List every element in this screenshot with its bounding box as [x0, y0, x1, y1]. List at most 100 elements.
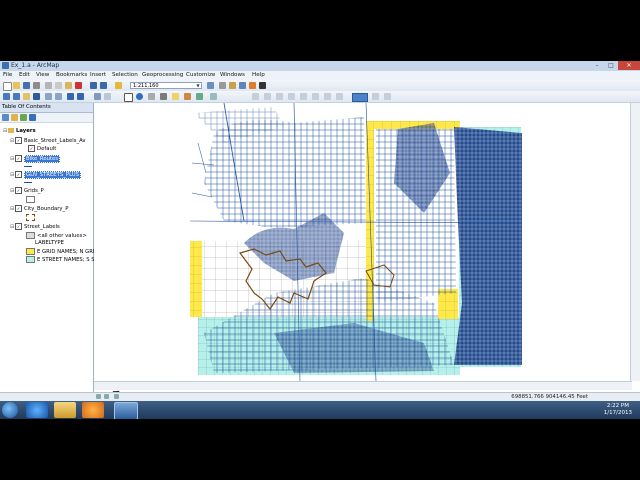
group-tool-icon[interactable]: [288, 93, 295, 100]
print-icon[interactable]: [33, 82, 40, 89]
zoom-in-icon[interactable]: [3, 93, 10, 100]
menu-geoprocessing[interactable]: Geoprocessing: [142, 72, 183, 78]
zoom-out-icon[interactable]: [13, 93, 20, 100]
pan-icon[interactable]: [23, 93, 30, 100]
maximize-button[interactable]: □: [604, 61, 618, 70]
collapse-icon[interactable]: ⊟: [10, 206, 14, 212]
cut-icon[interactable]: [45, 82, 52, 89]
fixed-zoom-in-icon[interactable]: [45, 93, 52, 100]
layer-row-basic-street-labels[interactable]: ⊟ ✓ Basic_Street_Labels_Av: [10, 137, 86, 144]
save-icon[interactable]: [23, 82, 30, 89]
collapse-icon[interactable]: ⊟: [10, 172, 14, 178]
create-viewer-icon[interactable]: [210, 93, 217, 100]
layer-visibility-checkbox[interactable]: ✓: [15, 223, 22, 230]
delete-icon[interactable]: [75, 82, 82, 89]
line-color-icon[interactable]: [384, 93, 391, 100]
align-tool-icon[interactable]: [300, 93, 307, 100]
arctoolbox-icon[interactable]: [249, 82, 256, 89]
back-extent-icon[interactable]: [67, 93, 74, 100]
layer-visibility-checkbox[interactable]: ✓: [15, 155, 22, 162]
add-data-icon[interactable]: [115, 82, 122, 89]
hyperlink-icon[interactable]: [172, 93, 179, 100]
map-scale-input[interactable]: 1:211,160 ▼: [130, 82, 202, 89]
layer-row-grids[interactable]: ⊟ ✓ Grids_P: [10, 187, 44, 194]
fill-color-dropdown[interactable]: [352, 93, 368, 102]
full-extent-icon[interactable]: [33, 93, 40, 100]
layer-row-city-boundary[interactable]: ⊟ ✓ City_Boundary_P: [10, 205, 68, 212]
catalog-window-icon[interactable]: [229, 82, 236, 89]
order-tool-icon[interactable]: [324, 93, 331, 100]
select-features-icon[interactable]: [94, 93, 101, 100]
layers-group[interactable]: ⊟ Layers: [3, 128, 36, 134]
refresh-icon[interactable]: [114, 394, 119, 399]
map-vertical-scrollbar[interactable]: [630, 103, 640, 381]
menu-help[interactable]: Help: [252, 72, 265, 78]
html-popup-icon[interactable]: [184, 93, 191, 100]
layer-row-gln-streets-plus[interactable]: ⊟ ✓ GLN_STREETS_PLUS: [10, 171, 82, 179]
rotate-tool-icon[interactable]: [276, 93, 283, 100]
map-canvas: [94, 103, 630, 381]
polygon-symbol-icon: [26, 232, 35, 239]
editor-toolbar-icon[interactable]: [207, 82, 214, 89]
explorer-icon[interactable]: [54, 402, 76, 418]
measure-icon[interactable]: [160, 93, 167, 100]
distribute-tool-icon[interactable]: [312, 93, 319, 100]
find-icon[interactable]: [148, 93, 155, 100]
new-map-icon[interactable]: [3, 82, 12, 91]
list-by-visibility-icon[interactable]: [20, 114, 27, 121]
collapse-icon[interactable]: ⊟: [10, 224, 14, 230]
windows-start-icon[interactable]: [2, 402, 18, 418]
layer-row-street-labels[interactable]: ⊟ ✓ Street_Labels: [10, 223, 60, 230]
font-color-icon[interactable]: [372, 93, 379, 100]
python-window-icon[interactable]: [259, 82, 266, 89]
open-icon[interactable]: [13, 82, 20, 89]
nudge-tool-icon[interactable]: [336, 93, 343, 100]
menu-insert[interactable]: Insert: [90, 72, 106, 78]
toc-window-icon[interactable]: [219, 82, 226, 89]
menu-customize[interactable]: Customize: [186, 72, 215, 78]
collapse-icon[interactable]: ⊟: [3, 128, 7, 134]
arcmap-icon[interactable]: [114, 402, 138, 419]
menu-selection[interactable]: Selection: [112, 72, 138, 78]
list-by-selection-icon[interactable]: [29, 114, 36, 121]
layer-visibility-checkbox[interactable]: ✓: [15, 187, 22, 194]
list-by-drawing-order-icon[interactable]: [2, 114, 9, 121]
text-tool-icon[interactable]: [264, 93, 271, 100]
layer-row-bike-routes[interactable]: ⊟ ✓ Bike_Routes: [10, 155, 61, 163]
layer-visibility-checkbox[interactable]: ✓: [15, 171, 22, 178]
layout-view-icon[interactable]: [96, 394, 101, 399]
clear-selection-icon[interactable]: [104, 93, 111, 100]
ie-icon[interactable]: [26, 402, 48, 418]
chevron-down-icon[interactable]: ▼: [195, 83, 201, 89]
collapse-icon[interactable]: ⊟: [10, 188, 14, 194]
menu-bookmarks[interactable]: Bookmarks: [56, 72, 87, 78]
map-display[interactable]: ☚: [94, 103, 640, 399]
time-slider-icon[interactable]: [196, 93, 203, 100]
paste-icon[interactable]: [65, 82, 72, 89]
media-player-icon[interactable]: [82, 402, 104, 418]
data-view-icon[interactable]: [104, 394, 109, 399]
search-window-icon[interactable]: [239, 82, 246, 89]
menu-windows[interactable]: Windows: [220, 72, 245, 78]
draw-tool-icon[interactable]: [252, 93, 259, 100]
redo-icon[interactable]: [100, 82, 107, 89]
map-horizontal-scrollbar[interactable]: [94, 381, 632, 390]
menu-edit[interactable]: Edit: [19, 72, 30, 78]
window-title: Ex_1.a - ArcMap: [11, 62, 60, 69]
layer-visibility-checkbox[interactable]: ✓: [15, 137, 22, 144]
list-by-source-icon[interactable]: [11, 114, 18, 121]
collapse-icon[interactable]: ⊟: [10, 156, 14, 162]
menu-file[interactable]: File: [3, 72, 12, 78]
menu-view[interactable]: View: [36, 72, 49, 78]
close-button[interactable]: ✕: [618, 61, 640, 70]
layer-visibility-checkbox[interactable]: ✓: [15, 205, 22, 212]
minimize-button[interactable]: –: [590, 61, 604, 70]
class-visibility-checkbox[interactable]: ✓: [28, 145, 35, 152]
forward-extent-icon[interactable]: [77, 93, 84, 100]
copy-icon[interactable]: [55, 82, 62, 89]
fixed-zoom-out-icon[interactable]: [55, 93, 62, 100]
undo-icon[interactable]: [90, 82, 97, 89]
select-elements-icon[interactable]: [124, 93, 133, 102]
identify-icon[interactable]: [136, 93, 143, 100]
collapse-icon[interactable]: ⊟: [10, 138, 14, 144]
